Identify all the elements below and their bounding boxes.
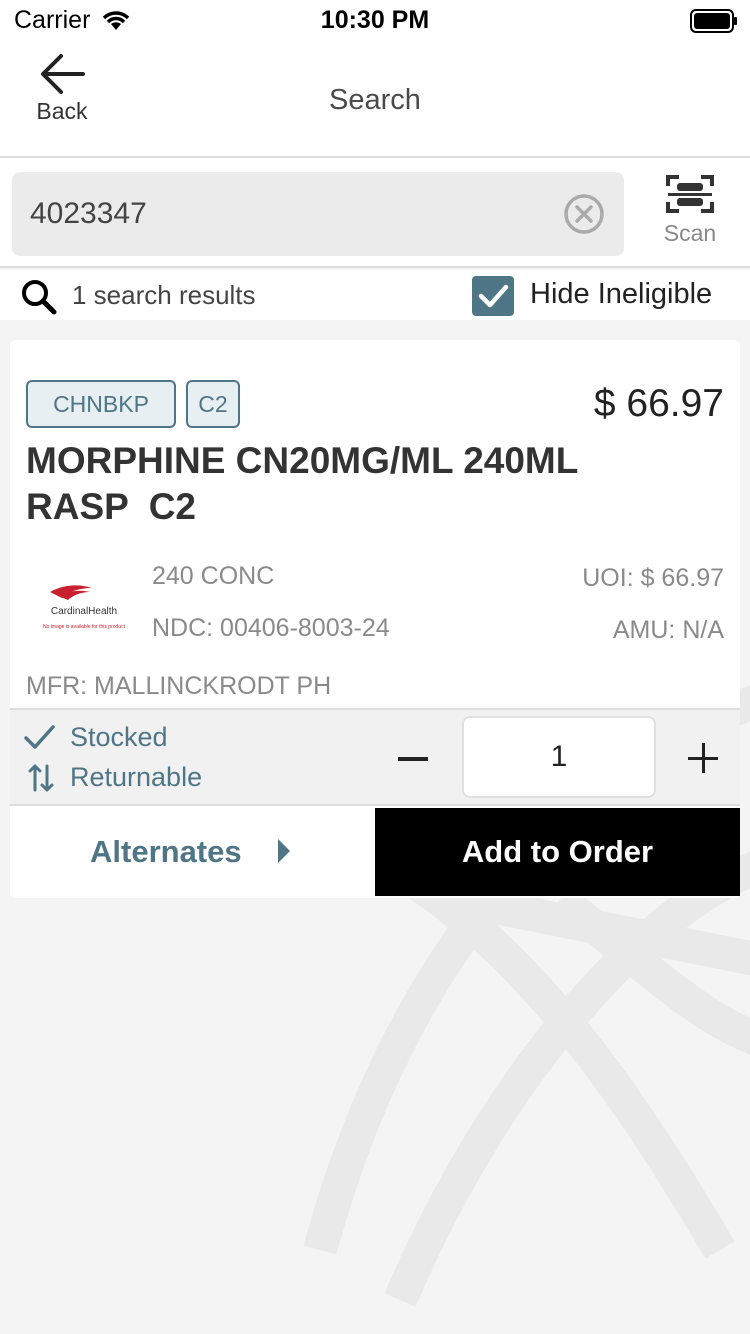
status-bar: Carrier 10:30 PM <box>0 0 750 44</box>
cardinal-health-logo: CardinalHealth <box>51 606 117 617</box>
status-time: 10:30 PM <box>320 6 430 34</box>
barcode-scan-icon <box>666 175 714 213</box>
search-input[interactable] <box>30 172 550 256</box>
product-image-placeholder: CardinalHealth No image is available for… <box>43 585 126 630</box>
ndc-number: NDC: 00406-8003-24 <box>152 614 390 642</box>
availability-quantity-strip: Stocked Returnable <box>10 708 740 806</box>
hide-ineligible-label: Hide Ineligible <box>530 278 713 310</box>
magnifier-icon <box>22 280 57 315</box>
manufacturer: MFR: MALLINCKRODT PH <box>26 672 332 700</box>
navigation-bar: Back Search <box>0 44 750 158</box>
product-name: MORPHINE CN20MG/ML 240ML RASP C2 <box>26 440 579 527</box>
badge-c2: C2 <box>186 380 240 428</box>
product-price: $ 66.97 <box>593 382 724 425</box>
add-to-order-label: Add to Order <box>461 834 654 869</box>
results-count: 1 search results <box>72 280 256 310</box>
scan-label: Scan <box>663 220 717 246</box>
package-size: 240 CONC <box>152 562 275 590</box>
minus-icon <box>398 757 428 761</box>
stocked-label: Stocked <box>70 722 168 752</box>
caret-right-icon <box>278 839 290 863</box>
checkmark-icon <box>24 725 55 749</box>
uoi-price: UOI: $ 66.97 <box>582 564 724 592</box>
alternates-label: Alternates <box>90 834 242 869</box>
quantity-increment-button[interactable] <box>682 730 726 786</box>
search-field <box>12 172 624 256</box>
alternates-button[interactable]: Alternates <box>10 808 375 896</box>
battery-icon <box>690 9 737 33</box>
checkbox-checked-icon <box>472 276 514 316</box>
results-row: 1 search results Hide Ineligible <box>0 270 750 320</box>
swap-arrows-icon <box>28 764 54 792</box>
product-card: CHNBKP C2 $ 66.97 MORPHINE CN20MG/ML 240… <box>10 340 740 898</box>
quantity-input[interactable] <box>462 716 656 798</box>
quantity-decrement-button[interactable] <box>392 730 436 786</box>
badge-chnbkp: CHNBKP <box>26 380 176 428</box>
amu-value: AMU: N/A <box>612 616 724 644</box>
add-to-order-button[interactable]: Add to Order <box>375 808 740 896</box>
no-image-caption: No image is available for this product <box>43 624 126 630</box>
clear-circle-icon[interactable] <box>562 192 606 236</box>
search-row: Scan <box>0 158 750 268</box>
hide-ineligible-checkbox[interactable]: Hide Ineligible <box>472 276 742 318</box>
scan-button[interactable]: Scan <box>652 174 728 258</box>
returnable-label: Returnable <box>70 762 203 792</box>
page-title: Search <box>329 84 421 116</box>
